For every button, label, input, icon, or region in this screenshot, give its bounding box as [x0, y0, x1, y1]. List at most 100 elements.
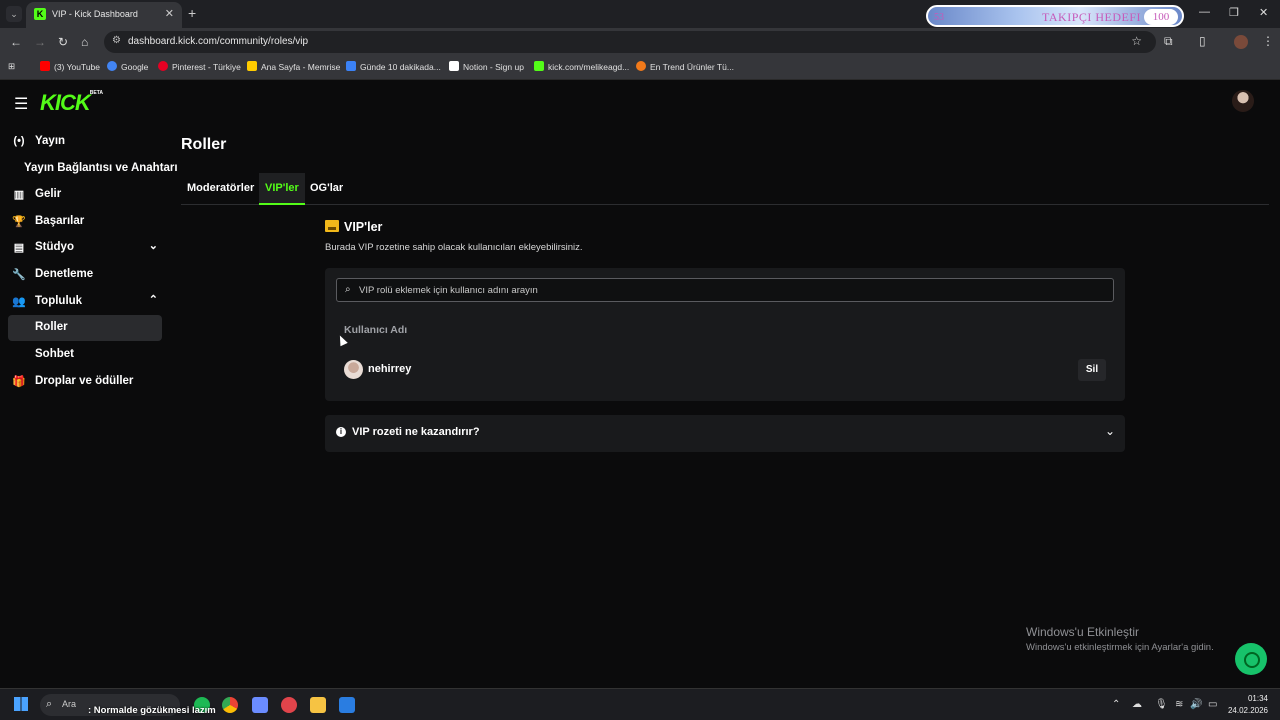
site-info-icon[interactable]: ⚙ — [112, 35, 121, 46]
bookmark-notion[interactable]: Notion - Sign up — [449, 61, 524, 72]
section-description: Burada VIP rozetine sahip olacak kullanı… — [325, 242, 583, 253]
file-explorer-icon[interactable] — [310, 697, 326, 713]
username[interactable]: nehirrey — [368, 363, 411, 375]
reload-icon[interactable]: ↻ — [58, 35, 68, 49]
tab-ogs[interactable]: OG'lar — [304, 173, 349, 205]
avatar — [344, 360, 363, 379]
goal-label: TAKIPÇI HEDEFI — [1042, 10, 1142, 24]
kick-logo[interactable]: KICKBETA — [40, 90, 103, 116]
vip-panel: ⌕ Kullanıcı Adı nehirrey Sil — [325, 268, 1125, 401]
tab-vips[interactable]: VIP'ler — [259, 173, 305, 205]
bookmark-google[interactable]: Google — [107, 61, 148, 72]
chevron-down-icon[interactable]: ⌄ — [149, 239, 158, 252]
menu-hamburger-icon[interactable]: ☰ — [14, 94, 28, 114]
minimize-icon[interactable]: — — [1199, 6, 1210, 18]
info-icon: i — [336, 427, 346, 437]
tray-arrow-icon[interactable]: ⌃ — [1112, 699, 1120, 710]
delete-button[interactable]: Sil — [1078, 359, 1106, 381]
mic-icon[interactable]: 🎙 — [1155, 699, 1168, 710]
bookmarks-bar: ⊞ (3) YouTube Google Pinterest - Türkiye… — [0, 56, 1280, 80]
new-tab-button[interactable]: + — [188, 5, 196, 21]
trendyol-icon — [636, 61, 646, 71]
sidebar-item-gelir[interactable]: ▥ Gelir — [8, 182, 162, 208]
google-icon — [107, 61, 117, 71]
bookmark-gunde10[interactable]: Günde 10 dakikada... — [346, 61, 441, 72]
kick-favicon-icon: K — [34, 8, 46, 20]
cloud-icon — [346, 61, 356, 71]
goal-current: 53 — [934, 12, 944, 23]
pinterest-icon — [158, 61, 168, 71]
follower-goal-widget: 53 TAKIPÇI HEDEFI 100 — [926, 5, 1184, 27]
menu-dots-icon[interactable]: ⋮ — [1262, 34, 1274, 48]
chart-icon: ▥ — [13, 189, 25, 201]
cloud-icon[interactable]: ☁ — [1132, 699, 1142, 710]
activation-watermark-title: Windows'u Etkinleştir — [1026, 625, 1139, 639]
broadcast-icon: (•) — [13, 135, 25, 147]
battery-icon[interactable]: ▭ — [1208, 699, 1217, 710]
sidebar-item-basarilar[interactable]: 🏆 Başarılar — [8, 209, 162, 235]
address-bar[interactable]: ⚙ dashboard.kick.com/community/roles/vip… — [104, 31, 1156, 53]
close-window-icon[interactable]: ✕ — [1259, 6, 1268, 19]
sidebar-item-roller[interactable]: Roller — [8, 315, 162, 341]
forward-icon[interactable]: → — [34, 35, 46, 49]
chrome-icon[interactable] — [222, 697, 238, 713]
sidebar-item-studyo[interactable]: ▤ Stüdyo ⌄ — [8, 235, 162, 261]
vip-faq-accordion[interactable]: i VIP rozeti ne kazandırır? ⌄ — [325, 415, 1125, 452]
app-icon[interactable] — [252, 697, 268, 713]
chevron-down-icon[interactable]: ⌄ — [1105, 424, 1115, 438]
clock[interactable]: 01:34 24.02.2026 — [1228, 693, 1268, 717]
volume-icon[interactable]: 🔊 — [1190, 699, 1202, 710]
browser-tabbar: ⌄ K VIP - Kick Dashboard ✕ + 53 TAKIPÇI … — [0, 0, 1280, 28]
restore-icon[interactable]: ❐ — [1229, 6, 1239, 19]
bookmark-star-icon[interactable]: ☆ — [1131, 34, 1142, 48]
notion-icon — [449, 61, 459, 71]
sidebar-item-sohbet[interactable]: Sohbet — [8, 342, 162, 368]
app-icon[interactable] — [281, 697, 297, 713]
activation-watermark-text: Windows'u etkinleştirmek için Ayarlar'a … — [1026, 642, 1214, 653]
tab-search-dropdown[interactable]: ⌄ — [6, 6, 22, 22]
vip-search[interactable]: ⌕ — [336, 278, 1114, 302]
sidebar-item-topluluk[interactable]: 👥 Topluluk ⌃ — [8, 289, 162, 315]
column-header-username: Kullanıcı Adı — [344, 324, 408, 336]
sidebar-item-denetleme[interactable]: 🔧 Denetleme — [8, 262, 162, 288]
table-row: nehirrey Sil — [336, 358, 1114, 382]
home-icon[interactable]: ⌂ — [81, 35, 88, 49]
bookmark-kick[interactable]: kick.com/melikeagd... — [534, 61, 629, 72]
faq-title: VIP rozeti ne kazandırır? — [352, 426, 480, 438]
side-panel-icon[interactable]: ▯ — [1199, 34, 1206, 48]
sidebar-item-stream-key[interactable]: Yayın Bağlantısı ve Anahtarı — [8, 156, 178, 182]
extensions-icon[interactable]: ⧉ — [1164, 34, 1173, 49]
roles-tabs: Moderatörler VIP'ler OG'lar — [181, 173, 1269, 205]
profile-avatar[interactable] — [1234, 35, 1248, 49]
close-tab-icon[interactable]: ✕ — [165, 7, 174, 20]
browser-tab-active[interactable]: K VIP - Kick Dashboard ✕ — [26, 2, 182, 28]
support-chat-button[interactable] — [1235, 643, 1267, 675]
tab-title: VIP - Kick Dashboard — [52, 9, 138, 19]
bookmark-memrise[interactable]: Ana Sayfa - Memrise — [247, 61, 340, 72]
sidebar-item-droplar[interactable]: 🎁 Droplar ve ödüller — [8, 369, 162, 395]
start-icon[interactable] — [14, 697, 28, 711]
bookmark-youtube[interactable]: (3) YouTube — [40, 61, 100, 72]
bookmark-trendyol[interactable]: En Trend Ürünler Tü... — [636, 61, 734, 72]
sidebar-item-yayin[interactable]: (•) Yayın — [8, 129, 162, 155]
memrise-icon — [247, 61, 257, 71]
browser-toolbar: ← → ↻ ⌂ ⚙ dashboard.kick.com/community/r… — [0, 28, 1280, 56]
community-icon: 👥 — [12, 296, 26, 308]
search-icon: ⌕ — [345, 284, 351, 295]
youtube-icon — [40, 61, 50, 71]
kick-dashboard: ☰ KICKBETA (•) Yayın Yayın Bağlantısı ve… — [0, 80, 1280, 688]
apps-grid-icon[interactable]: ⊞ — [8, 61, 15, 72]
vip-search-input[interactable] — [359, 282, 1099, 298]
page-title: Roller — [181, 136, 227, 153]
url-text: dashboard.kick.com/community/roles/vip — [128, 36, 309, 47]
trophy-icon: 🏆 — [12, 216, 26, 228]
chevron-up-icon[interactable]: ⌃ — [149, 293, 158, 306]
user-avatar[interactable] — [1232, 90, 1254, 112]
overlay-caption: : Normalde gözükmesi lazım — [88, 705, 216, 716]
back-icon[interactable]: ← — [10, 35, 22, 49]
bookmark-pinterest[interactable]: Pinterest - Türkiye — [158, 61, 241, 72]
wifi-icon[interactable]: ≋ — [1175, 699, 1183, 710]
tab-moderators[interactable]: Moderatörler — [181, 173, 260, 205]
app-icon[interactable] — [339, 697, 355, 713]
studio-icon: ▤ — [13, 242, 25, 254]
